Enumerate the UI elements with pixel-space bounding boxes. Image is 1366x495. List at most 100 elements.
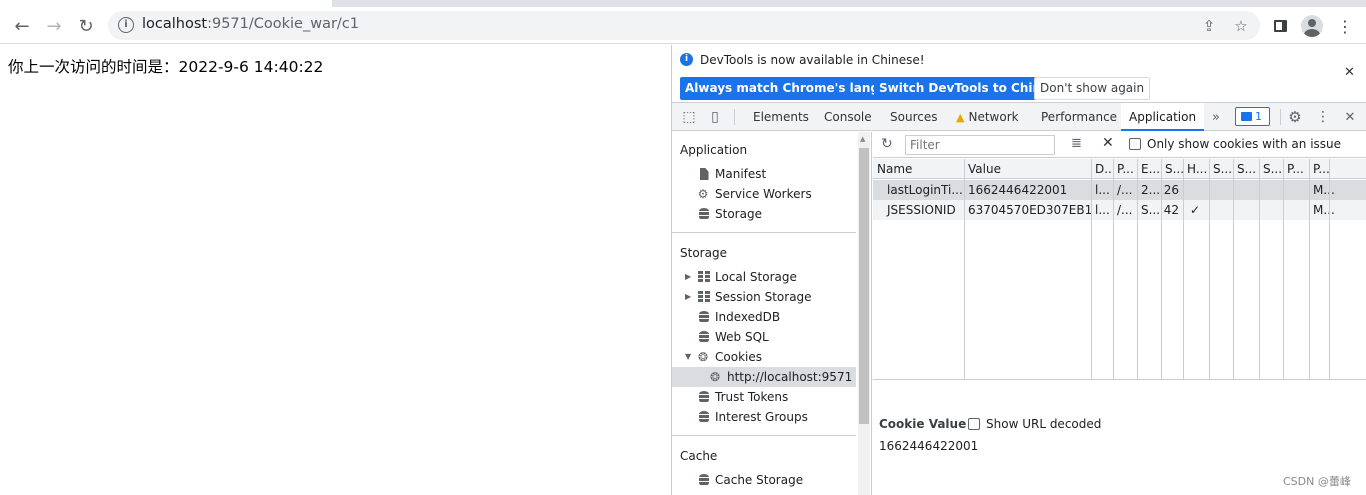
cookies-toolbar: ↻ ≣ ✕ Only show cookies with an issue bbox=[873, 132, 1366, 158]
column-header-secure[interactable]: S... bbox=[1209, 159, 1233, 179]
last-visit-text: 你上一次访问的时间是：2022-9-6 14:40:22 bbox=[8, 58, 324, 76]
column-header-size[interactable]: S... bbox=[1161, 159, 1183, 179]
section-storage: Storage bbox=[680, 246, 727, 260]
language-infobar: i DevTools is now available in Chinese! … bbox=[672, 45, 1366, 103]
tab-elements[interactable]: Elements bbox=[751, 103, 811, 131]
cookie-icon: ❂ bbox=[697, 350, 709, 364]
cookie-icon: ❂ bbox=[709, 370, 721, 384]
avatar-icon bbox=[1301, 15, 1323, 37]
chrome-menu-button[interactable]: ⋮ bbox=[1331, 12, 1359, 40]
column-divider[interactable] bbox=[1233, 159, 1234, 380]
forward-button[interactable]: → bbox=[40, 12, 68, 40]
column-header-partition[interactable]: P... bbox=[1283, 159, 1309, 179]
back-button[interactable]: ← bbox=[8, 12, 36, 40]
column-header-name[interactable]: Name bbox=[873, 159, 964, 179]
expand-triangle-icon[interactable]: ▶ bbox=[685, 287, 691, 307]
column-header-httponly[interactable]: H... bbox=[1183, 159, 1209, 179]
sidebar-item-web-sql[interactable]: Web SQL bbox=[672, 327, 856, 347]
scrollbar-thumb[interactable] bbox=[859, 148, 869, 424]
devtools-panel: i DevTools is now available in Chinese! … bbox=[671, 45, 1366, 495]
column-divider[interactable] bbox=[964, 159, 965, 380]
share-icon[interactable]: ⇪ bbox=[1198, 15, 1220, 37]
section-application: Application bbox=[680, 143, 748, 157]
column-header-path[interactable]: P... bbox=[1113, 159, 1137, 179]
sidebar-item-indexeddb[interactable]: IndexedDB bbox=[672, 307, 856, 327]
tab-network[interactable]: ▲ Network bbox=[954, 103, 1021, 131]
sidebar-item-local-storage[interactable]: ▶ Local Storage bbox=[672, 267, 856, 287]
show-url-decoded-checkbox[interactable] bbox=[968, 418, 980, 430]
cookie-filter-input[interactable] bbox=[905, 135, 1055, 155]
cookie-priority: M... bbox=[1313, 203, 1335, 217]
sidebar-item-trust-tokens[interactable]: Trust Tokens bbox=[672, 387, 856, 407]
table-row[interactable]: JSESSIONID 63704570ED307EB1... l... /...… bbox=[873, 200, 1366, 220]
sidebar-item-manifest[interactable]: Manifest bbox=[672, 164, 856, 184]
column-header-samesite[interactable]: S... bbox=[1233, 159, 1259, 179]
column-header-domain[interactable]: D... bbox=[1091, 159, 1113, 179]
column-divider[interactable] bbox=[1283, 159, 1284, 380]
sidebar-scrollbar[interactable]: ▲ bbox=[858, 132, 870, 495]
dont-show-again-button[interactable]: Don't show again bbox=[1034, 77, 1151, 100]
sidebar-item-label: IndexedDB bbox=[715, 310, 781, 324]
column-divider[interactable] bbox=[1091, 159, 1092, 380]
cookie-httponly bbox=[1183, 180, 1209, 200]
column-header-priority[interactable]: P... bbox=[1309, 159, 1366, 179]
reload-button[interactable]: ↻ bbox=[72, 12, 100, 40]
issues-badge[interactable]: 1 bbox=[1235, 107, 1270, 126]
close-devtools-icon[interactable]: ✕ bbox=[1341, 108, 1359, 126]
forward-arrow-icon: → bbox=[46, 15, 62, 37]
clear-filtered-cookies-icon[interactable]: ≣ bbox=[1071, 136, 1082, 151]
site-info-icon[interactable]: i bbox=[118, 17, 134, 33]
column-divider[interactable] bbox=[1183, 159, 1184, 380]
table-header: Name Value D... P... E... S... H... S...… bbox=[873, 159, 1366, 179]
issues-chat-icon bbox=[1241, 112, 1252, 121]
tab-sources[interactable]: Sources bbox=[888, 103, 939, 131]
tab-performance[interactable]: Performance bbox=[1039, 103, 1119, 131]
sidebar-item-interest-groups[interactable]: Interest Groups bbox=[672, 407, 856, 427]
side-panel-button[interactable] bbox=[1266, 12, 1294, 40]
delete-cookie-icon[interactable]: ✕ bbox=[1102, 135, 1114, 151]
column-header-sameparty[interactable]: S... bbox=[1259, 159, 1283, 179]
bookmark-star-icon[interactable]: ☆ bbox=[1230, 15, 1252, 37]
side-panel-icon bbox=[1273, 20, 1287, 32]
column-divider[interactable] bbox=[1113, 159, 1114, 380]
issues-count: 1 bbox=[1255, 110, 1262, 123]
table-row[interactable]: lastLoginTi... 1662446422001 l... /... 2… bbox=[873, 180, 1366, 200]
column-header-expires[interactable]: E... bbox=[1137, 159, 1161, 179]
inspect-element-icon[interactable]: ⬚ bbox=[680, 108, 698, 126]
customize-menu-icon[interactable]: ⋮ bbox=[1314, 108, 1332, 126]
column-divider[interactable] bbox=[1259, 159, 1260, 380]
sidebar-item-cookies[interactable]: ▼ ❂ Cookies bbox=[672, 347, 856, 367]
column-header-value[interactable]: Value bbox=[964, 159, 1091, 179]
sidebar-item-label: Session Storage bbox=[715, 290, 812, 304]
sidebar-item-service-workers[interactable]: ⚙ Service Workers bbox=[672, 184, 856, 204]
sidebar-item-cookie-origin[interactable]: ❂ http://localhost:9571 bbox=[672, 367, 856, 387]
column-divider[interactable] bbox=[1329, 159, 1330, 380]
url-text[interactable]: localhost:9571/Cookie_war/c1 bbox=[142, 16, 359, 32]
section-cache: Cache bbox=[680, 449, 718, 463]
device-toolbar-icon[interactable]: ▯ bbox=[706, 108, 724, 126]
more-tabs-chevron-icon[interactable]: » bbox=[1207, 108, 1225, 126]
expand-triangle-icon[interactable]: ▶ bbox=[685, 267, 691, 287]
infobar-close-icon[interactable]: ✕ bbox=[1344, 65, 1355, 80]
scroll-up-arrow-icon[interactable]: ▲ bbox=[860, 135, 865, 143]
column-divider[interactable] bbox=[1309, 159, 1310, 380]
settings-gear-icon[interactable]: ⚙ bbox=[1286, 108, 1304, 126]
back-arrow-icon: ← bbox=[14, 15, 30, 37]
profile-button[interactable] bbox=[1298, 12, 1326, 40]
devtools-tab-bar: ⬚ ▯ Elements Console Sources ▲ Network Pe… bbox=[672, 103, 1366, 131]
sidebar-item-label: Service Workers bbox=[715, 187, 812, 201]
only-issues-checkbox[interactable] bbox=[1129, 138, 1141, 150]
collapse-triangle-icon[interactable]: ▼ bbox=[685, 347, 691, 367]
tab-console[interactable]: Console bbox=[822, 103, 874, 131]
address-bar[interactable]: i localhost:9571/Cookie_war/c1 ⇪ ☆ bbox=[108, 11, 1260, 40]
sidebar-item-label: Cookies bbox=[715, 350, 762, 364]
only-issues-label: Only show cookies with an issue bbox=[1147, 137, 1342, 151]
sidebar-item-storage[interactable]: Storage bbox=[672, 204, 856, 224]
tab-application[interactable]: Application bbox=[1121, 103, 1205, 131]
column-divider[interactable] bbox=[1137, 159, 1138, 380]
column-divider[interactable] bbox=[1161, 159, 1162, 380]
column-divider[interactable] bbox=[1209, 159, 1210, 380]
sidebar-item-cache-storage[interactable]: Cache Storage bbox=[672, 470, 856, 490]
sidebar-item-session-storage[interactable]: ▶ Session Storage bbox=[672, 287, 856, 307]
refresh-icon[interactable]: ↻ bbox=[881, 136, 893, 152]
